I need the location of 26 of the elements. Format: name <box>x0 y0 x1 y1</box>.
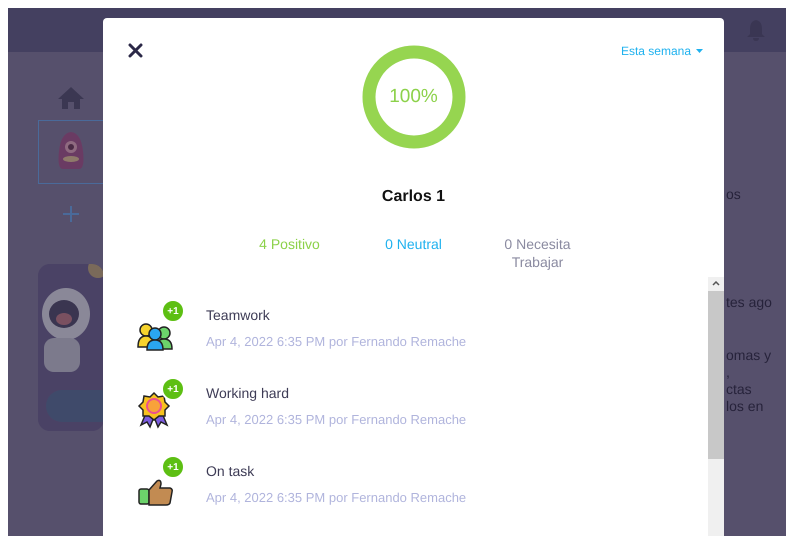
point-badge: +1 <box>161 455 185 479</box>
plus-icon[interactable] <box>63 206 79 222</box>
point-badge: +1 <box>161 299 185 323</box>
scrollbar-thumb[interactable] <box>708 291 724 459</box>
home-icon[interactable] <box>57 86 85 110</box>
student-name: Carlos 1 <box>382 187 446 207</box>
scroll-up-icon[interactable] <box>712 281 720 286</box>
people-icon <box>137 321 175 351</box>
point-badge: +1 <box>161 377 185 401</box>
feedback-meta: Apr 4, 2022 6:35 PM por Fernando Remache <box>206 332 466 351</box>
period-dropdown[interactable]: Esta semana <box>620 42 703 60</box>
stat-count: 0 Necesita Trabajar <box>503 235 572 271</box>
score-percent: 100% <box>389 86 438 108</box>
feedback-title: Teamwork <box>206 306 271 325</box>
background-text: , <box>726 364 730 381</box>
feedback-title: On task <box>206 462 256 481</box>
stat-count: 4 Positivo <box>258 235 321 254</box>
feedback-title: Working hard <box>206 384 290 403</box>
caret-icon <box>696 49 703 53</box>
scrollbar[interactable] <box>708 277 724 536</box>
feedback-meta: Apr 4, 2022 6:35 PM por Fernando Remache <box>206 488 466 507</box>
medal-icon <box>137 391 171 429</box>
thumbs-up-icon <box>137 477 175 507</box>
feedback-meta: Apr 4, 2022 6:35 PM por Fernando Remache <box>206 410 466 429</box>
stat-count: 0 Neutral <box>384 235 443 254</box>
close-icon <box>128 42 142 58</box>
